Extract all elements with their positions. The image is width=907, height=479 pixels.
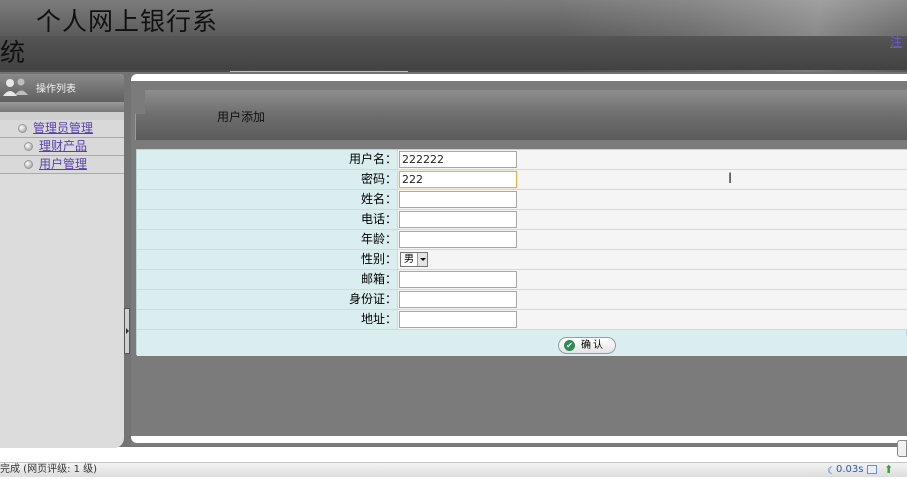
field-label: 用户名： bbox=[137, 150, 398, 169]
content-top-border bbox=[131, 74, 907, 81]
confirm-button[interactable]: ✔ 确认 bbox=[558, 337, 616, 354]
sidebar-item-admin-management[interactable]: 管理员管理 bbox=[0, 120, 124, 138]
field-label: 姓名： bbox=[137, 190, 398, 209]
field-label: 地址： bbox=[137, 310, 398, 329]
field-label: 密码： bbox=[137, 170, 398, 189]
window-icon[interactable] bbox=[867, 465, 877, 474]
gender-select-value: 男 bbox=[404, 254, 414, 265]
age-input[interactable] bbox=[399, 231, 517, 248]
logout-link[interactable]: 注 bbox=[890, 33, 902, 50]
connection-icon[interactable]: ⬆ bbox=[884, 464, 894, 475]
field-cell bbox=[398, 150, 907, 169]
sidebar-item-label[interactable]: 理财产品 bbox=[39, 138, 87, 155]
form-row-email: 邮箱： bbox=[137, 270, 907, 290]
load-time: 0.03s bbox=[836, 464, 864, 475]
status-text: 完成 (网页评级: 1 级) bbox=[0, 464, 98, 475]
sidebar-title: 操作列表 bbox=[36, 84, 76, 95]
form-actions: ✔ 确认 bbox=[137, 336, 907, 356]
bullet-icon bbox=[24, 142, 33, 151]
field-cell bbox=[398, 190, 907, 209]
check-icon: ✔ bbox=[564, 340, 575, 351]
phone-input[interactable] bbox=[399, 211, 517, 228]
sidebar-gap bbox=[0, 112, 124, 120]
field-label: 邮箱： bbox=[137, 270, 398, 289]
sidebar-collapse-handle[interactable] bbox=[124, 308, 130, 354]
field-label: 年龄： bbox=[137, 230, 398, 249]
field-cell bbox=[398, 210, 907, 229]
field-cell bbox=[398, 310, 907, 329]
dropdown-arrow-icon[interactable] bbox=[417, 253, 427, 266]
gender-select[interactable]: 男 bbox=[400, 252, 428, 267]
username-input[interactable] bbox=[399, 151, 517, 168]
bullet-icon bbox=[24, 160, 33, 169]
sidebar-item-financial-products[interactable]: 理财产品 bbox=[0, 138, 124, 156]
field-label: 电话： bbox=[137, 210, 398, 229]
form-row-age: 年龄： bbox=[137, 230, 907, 250]
sidebar-bar bbox=[0, 102, 124, 112]
user-add-form: 用户名： 密码： I 姓名： 电话： bbox=[136, 149, 907, 356]
form-row-password: 密码： I bbox=[137, 170, 907, 190]
sidebar-item-label[interactable]: 用户管理 bbox=[39, 156, 87, 173]
text-cursor-icon: I bbox=[728, 171, 733, 187]
form-row-id-card: 身份证： bbox=[137, 290, 907, 310]
page-title: 用户添加 bbox=[217, 110, 266, 124]
form-row-name: 姓名： bbox=[137, 190, 907, 210]
field-label: 身份证： bbox=[137, 290, 398, 309]
content-bottom-border bbox=[131, 436, 907, 443]
field-cell bbox=[398, 290, 907, 309]
bullet-icon bbox=[18, 124, 27, 133]
field-cell bbox=[398, 270, 907, 289]
email-input[interactable] bbox=[399, 271, 517, 288]
field-label: 性别： bbox=[137, 250, 398, 269]
form-row-address: 地址： bbox=[137, 310, 907, 330]
field-cell: I bbox=[398, 170, 907, 189]
content-panel: 用户添加 用户名： 密码： I 姓名： bbox=[131, 74, 907, 446]
form-row-username: 用户名： bbox=[137, 150, 907, 170]
app-title-line2: 统 bbox=[0, 38, 26, 67]
address-input[interactable] bbox=[399, 311, 517, 328]
app-header: 个人网上银行系 统 注 bbox=[0, 0, 907, 72]
app-title-line1: 个人网上银行系 bbox=[36, 7, 219, 36]
browser-status-bar: 完成 (网页评级: 1 级) ☾ 0.03s ⬆ bbox=[0, 462, 907, 477]
users-icon bbox=[3, 78, 28, 96]
id-card-input[interactable] bbox=[399, 291, 517, 308]
field-cell: 男 bbox=[398, 250, 907, 269]
scrollbar-handle[interactable] bbox=[897, 440, 907, 457]
form-row-gender: 性别： 男 bbox=[137, 250, 907, 270]
sidebar: 操作列表 管理员管理 理财产品 用户管理 bbox=[0, 74, 124, 448]
header-band bbox=[0, 36, 907, 70]
sidebar-item-user-management[interactable]: 用户管理 bbox=[0, 156, 124, 174]
name-input[interactable] bbox=[399, 191, 517, 208]
confirm-button-label: 确认 bbox=[581, 340, 605, 351]
password-input[interactable] bbox=[399, 171, 517, 188]
field-cell bbox=[398, 230, 907, 249]
sidebar-item-label[interactable]: 管理员管理 bbox=[33, 120, 93, 137]
form-row-phone: 电话： bbox=[137, 210, 907, 230]
sidebar-header: 操作列表 bbox=[0, 74, 124, 102]
main-area: 操作列表 管理员管理 理财产品 用户管理 用户添加 用户名： 222222 密码… bbox=[0, 72, 907, 448]
